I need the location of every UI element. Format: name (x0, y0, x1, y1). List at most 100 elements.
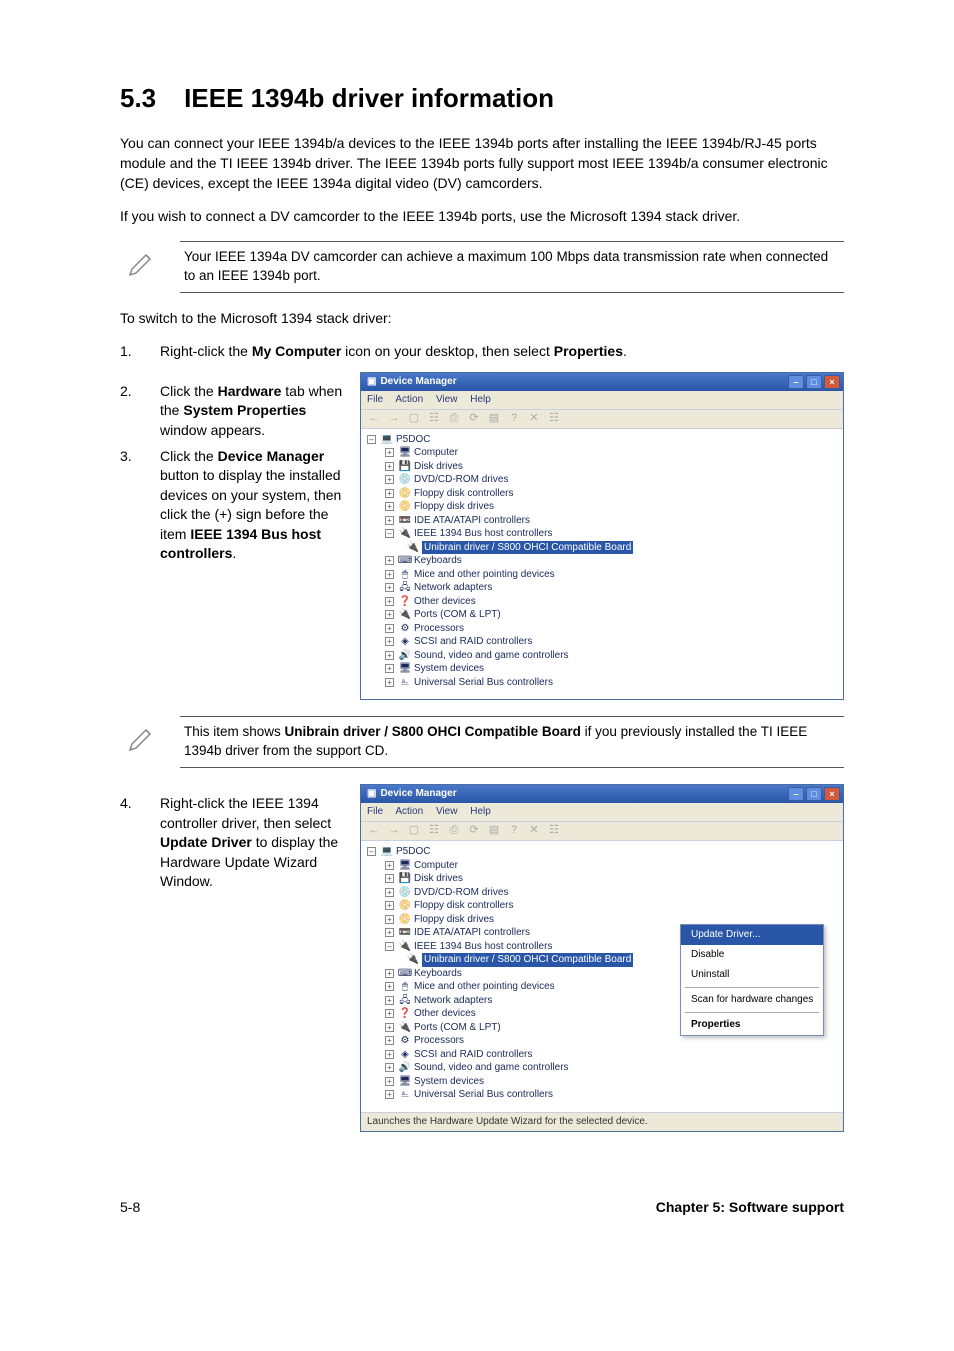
tree-toggle[interactable]: + (385, 664, 394, 673)
toolbar-properties-icon[interactable]: ☷ (427, 412, 441, 426)
tree-toggle[interactable]: + (385, 1050, 394, 1059)
tree-toggle[interactable]: + (385, 901, 394, 910)
tree-item-label[interactable]: SCSI and RAID controllers (414, 635, 532, 649)
tree-item-label[interactable]: IEEE 1394 Bus host controllers (414, 940, 552, 954)
tree-item-label[interactable]: Keyboards (414, 554, 462, 568)
tree-toggle[interactable]: + (385, 888, 394, 897)
tree-item-label[interactable]: Universal Serial Bus controllers (414, 1088, 553, 1102)
tree-toggle[interactable]: + (385, 651, 394, 660)
tree-item-label[interactable]: Computer (414, 859, 458, 873)
tree-item-label[interactable]: DVD/CD-ROM drives (414, 886, 508, 900)
tree-toggle[interactable]: + (385, 1090, 394, 1099)
toolbar-back-icon[interactable]: ← (367, 824, 381, 838)
toolbar-tree-icon[interactable]: ▤ (487, 824, 501, 838)
tree-item-label[interactable]: Floppy disk drives (414, 500, 494, 514)
menu-action[interactable]: Action (395, 806, 423, 817)
ctx-uninstall[interactable]: Uninstall (681, 965, 823, 985)
tree-item-label[interactable]: Sound, video and game controllers (414, 649, 569, 663)
tree-toggle[interactable]: – (385, 942, 394, 951)
menu-view[interactable]: View (436, 806, 458, 817)
toolbar-refresh-icon[interactable]: ⟳ (467, 412, 481, 426)
ctx-update-driver[interactable]: Update Driver... (681, 925, 823, 945)
tree-item-label[interactable]: IEEE 1394 Bus host controllers (414, 527, 552, 541)
close-button[interactable]: × (824, 375, 840, 389)
tree-toggle[interactable]: + (385, 1077, 394, 1086)
toolbar-forward-icon[interactable]: → (387, 824, 401, 838)
tree-item-label[interactable]: Network adapters (414, 581, 492, 595)
tree-item-label[interactable]: Processors (414, 622, 464, 636)
tree-toggle[interactable]: + (385, 874, 394, 883)
tree-item-label[interactable]: Sound, video and game controllers (414, 1061, 569, 1075)
toolbar-tree-icon[interactable]: ▤ (487, 412, 501, 426)
minimize-button[interactable]: – (788, 375, 804, 389)
tree-toggle[interactable]: + (385, 462, 394, 471)
tree-item-label[interactable]: Network adapters (414, 994, 492, 1008)
tree-item-label[interactable]: Floppy disk controllers (414, 487, 513, 501)
tree-item-label[interactable]: DVD/CD-ROM drives (414, 473, 508, 487)
tree-toggle[interactable]: + (385, 982, 394, 991)
tree-toggle[interactable]: – (385, 529, 394, 538)
tree-item-label[interactable]: Other devices (414, 595, 476, 609)
tree-item-label[interactable]: SCSI and RAID controllers (414, 1048, 532, 1062)
ctx-scan[interactable]: Scan for hardware changes (681, 990, 823, 1010)
tree-item-label[interactable]: System devices (414, 662, 484, 676)
tree-item-label[interactable]: IDE ATA/ATAPI controllers (414, 514, 530, 528)
tree-item-label[interactable]: Floppy disk drives (414, 913, 494, 927)
tree-toggle[interactable]: + (385, 1063, 394, 1072)
tree-toggle[interactable]: + (385, 624, 394, 633)
tree-toggle[interactable]: + (385, 570, 394, 579)
toolbar-back-icon[interactable]: ← (367, 412, 381, 426)
toolbar-view-icon[interactable]: ▢ (407, 412, 421, 426)
toolbar-refresh-icon[interactable]: ⟳ (467, 824, 481, 838)
menu-file[interactable]: File (367, 394, 383, 405)
tree-item-label[interactable]: Disk drives (414, 460, 463, 474)
tree-toggle[interactable]: + (385, 610, 394, 619)
toolbar-print-icon[interactable]: ⎙ (447, 412, 461, 426)
ctx-properties[interactable]: Properties (681, 1015, 823, 1035)
tree-toggle[interactable]: + (385, 1023, 394, 1032)
tree-item-label[interactable]: IDE ATA/ATAPI controllers (414, 926, 530, 940)
tree-item-label[interactable]: Disk drives (414, 872, 463, 886)
toolbar-x-icon[interactable]: ✕ (527, 412, 541, 426)
maximize-button[interactable]: □ (806, 375, 822, 389)
tree-item-label[interactable]: Floppy disk controllers (414, 899, 513, 913)
toolbar-misc-icon[interactable]: ☷ (547, 412, 561, 426)
tree-item-label[interactable]: Ports (COM & LPT) (414, 1021, 501, 1035)
tree-toggle[interactable]: + (385, 475, 394, 484)
tree-item-selected[interactable]: Unibrain driver / S800 OHCI Compatible B… (422, 953, 633, 967)
toolbar-x-icon[interactable]: ✕ (527, 824, 541, 838)
tree-toggle[interactable]: + (385, 861, 394, 870)
tree-item-label[interactable]: Universal Serial Bus controllers (414, 676, 553, 690)
tree-toggle[interactable]: + (385, 597, 394, 606)
tree-toggle[interactable]: + (385, 969, 394, 978)
tree-toggle[interactable]: + (385, 502, 394, 511)
menu-help[interactable]: Help (470, 806, 491, 817)
tree-toggle[interactable]: + (385, 489, 394, 498)
tree-toggle[interactable]: + (385, 678, 394, 687)
tree-toggle[interactable]: + (385, 583, 394, 592)
minimize-button[interactable]: – (788, 787, 804, 801)
toolbar-view-icon[interactable]: ▢ (407, 824, 421, 838)
menu-action[interactable]: Action (395, 394, 423, 405)
close-button[interactable]: × (824, 787, 840, 801)
tree-toggle[interactable]: + (385, 637, 394, 646)
menu-help[interactable]: Help (470, 394, 491, 405)
tree-item-label[interactable]: Processors (414, 1034, 464, 1048)
tree-toggle[interactable]: + (385, 915, 394, 924)
tree-item-label[interactable]: Mice and other pointing devices (414, 980, 555, 994)
toolbar-forward-icon[interactable]: → (387, 412, 401, 426)
ctx-disable[interactable]: Disable (681, 945, 823, 965)
dm-device-tree[interactable]: –💻P5DOC +🖥Computer +💾Disk drives +💿DVD/C… (361, 429, 843, 700)
tree-toggle[interactable]: + (385, 448, 394, 457)
tree-toggle[interactable]: + (385, 516, 394, 525)
tree-toggle[interactable]: + (385, 556, 394, 565)
tree-toggle[interactable]: + (385, 1009, 394, 1018)
tree-item-label[interactable]: Computer (414, 446, 458, 460)
toolbar-properties-icon[interactable]: ☷ (427, 824, 441, 838)
toolbar-scan-icon[interactable]: ? (507, 824, 521, 838)
tree-toggle[interactable]: + (385, 928, 394, 937)
tree-item-label[interactable]: Other devices (414, 1007, 476, 1021)
menu-view[interactable]: View (436, 394, 458, 405)
tree-toggle[interactable]: – (367, 435, 376, 444)
menu-file[interactable]: File (367, 806, 383, 817)
